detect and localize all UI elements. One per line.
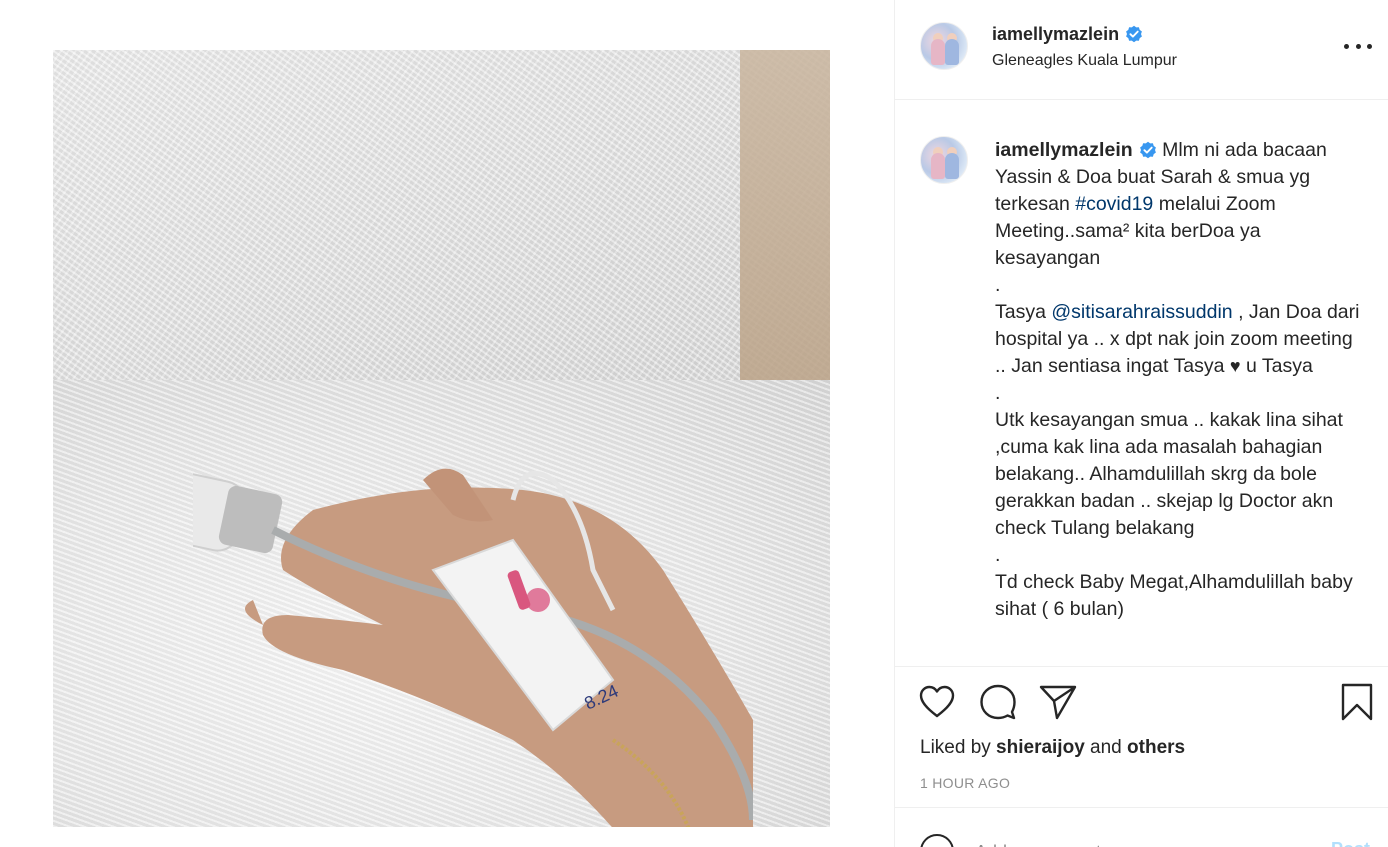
mention-link[interactable]: @sitisarahraissuddin xyxy=(1051,301,1232,323)
post-side-panel: iamellymazlein Gleneagles Kuala Lumpur i… xyxy=(895,0,1388,847)
likes-middle: and xyxy=(1084,737,1128,758)
like-button[interactable] xyxy=(917,682,957,722)
likes-summary: Liked by shieraijoy and others xyxy=(920,737,1185,759)
heart-icon xyxy=(919,685,955,718)
caption-paragraph-3: Utk kesayangan smua .. kakak lina sihat … xyxy=(995,409,1343,539)
likes-prefix: Liked by xyxy=(920,737,997,758)
liker-username-link[interactable]: shieraijoy xyxy=(996,737,1085,758)
comment-button[interactable] xyxy=(978,682,1018,722)
caption-text: Tasya xyxy=(995,301,1052,323)
likes-others-link[interactable]: others xyxy=(1127,737,1185,758)
caption-separator: . xyxy=(995,274,1001,296)
more-options-button[interactable] xyxy=(1344,36,1372,56)
author-avatar[interactable] xyxy=(920,22,968,70)
post-actions: Liked by shieraijoy and others 1 HOUR AG… xyxy=(895,668,1388,808)
comment-input[interactable] xyxy=(975,839,1305,847)
post-photo[interactable]: 8.24 xyxy=(53,50,830,827)
caption-username[interactable]: iamellymazlein xyxy=(995,139,1133,161)
dot-icon xyxy=(1344,43,1349,49)
header-username-row: iamellymazlein xyxy=(992,24,1143,45)
save-button[interactable] xyxy=(1337,682,1377,722)
emoji-icon[interactable] xyxy=(920,834,954,847)
location-link[interactable]: Gleneagles Kuala Lumpur xyxy=(992,52,1177,70)
dot-icon xyxy=(1367,43,1372,49)
caption-text: u Tasya xyxy=(1240,355,1313,377)
verified-badge-icon xyxy=(1139,141,1156,159)
dot-icon xyxy=(1355,43,1361,49)
hand-with-iv-illustration: 8.24 xyxy=(193,466,753,827)
caption-area: iamellymazlein Mlm ni ada bacaan Yassin … xyxy=(895,101,1388,667)
post-timestamp[interactable]: 1 HOUR AGO xyxy=(920,775,1010,791)
media-pane: 8.24 xyxy=(0,0,894,847)
comment-icon xyxy=(980,684,1016,720)
comment-bar: Post xyxy=(895,809,1388,847)
hashtag-link[interactable]: #covid19 xyxy=(1075,193,1153,215)
caption-paragraph-1: iamellymazlein Mlm ni ada bacaan Yassin … xyxy=(995,137,1365,272)
caption-separator: . xyxy=(995,544,1001,566)
post-comment-button[interactable]: Post xyxy=(1331,839,1370,847)
caption-separator: . xyxy=(995,382,1001,404)
post-caption: iamellymazlein Mlm ni ada bacaan Yassin … xyxy=(995,137,1365,623)
heart-emoji-icon: ♥ xyxy=(1229,356,1241,376)
caption-avatar[interactable] xyxy=(920,136,968,184)
verified-badge-icon xyxy=(1126,25,1142,43)
caption-paragraph-4: Td check Baby Megat,Alhamdulillah baby s… xyxy=(995,571,1353,620)
caption-paragraph-2: Tasya @sitisarahraissuddin , Jan Doa dar… xyxy=(995,299,1365,380)
share-button[interactable] xyxy=(1038,682,1078,722)
header-username[interactable]: iamellymazlein xyxy=(992,24,1119,44)
bookmark-icon xyxy=(1341,683,1373,721)
paper-plane-icon xyxy=(1039,685,1077,720)
post-header: iamellymazlein Gleneagles Kuala Lumpur xyxy=(895,0,1388,100)
